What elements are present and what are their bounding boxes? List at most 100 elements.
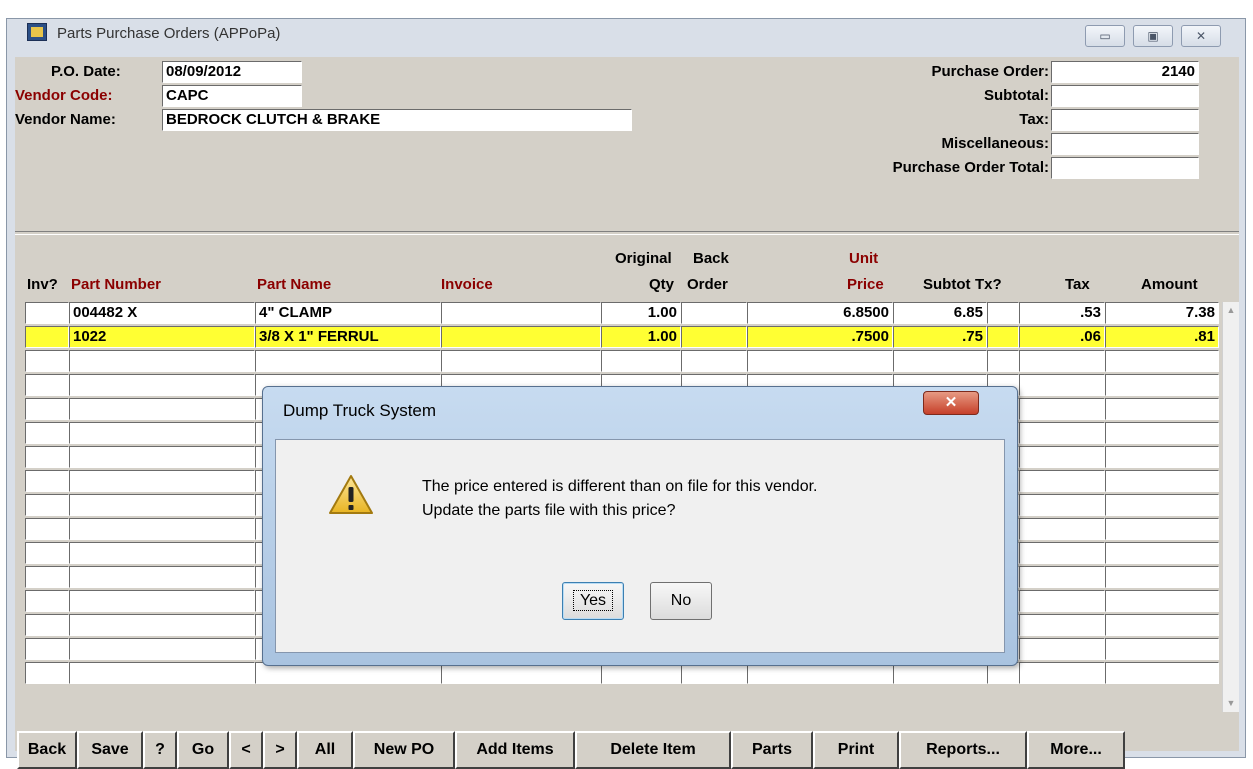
empty-grid-cell[interactable]: [1019, 374, 1105, 396]
empty-grid-cell[interactable]: [25, 638, 69, 660]
yes-button[interactable]: Yes: [562, 582, 624, 620]
empty-grid-cell[interactable]: [25, 662, 69, 684]
empty-grid-cell[interactable]: [441, 350, 601, 372]
empty-grid-cell[interactable]: [1019, 518, 1105, 540]
empty-grid-cell[interactable]: [25, 614, 69, 636]
empty-grid-cell[interactable]: [1105, 374, 1219, 396]
parts-button[interactable]: Parts: [731, 731, 813, 769]
row1-tx-cell[interactable]: [987, 302, 1019, 324]
misc-field[interactable]: [1051, 133, 1199, 155]
new-po-button[interactable]: New PO: [353, 731, 455, 769]
row1-inv-cell[interactable]: [25, 302, 69, 324]
empty-grid-cell[interactable]: [25, 590, 69, 612]
prev-button[interactable]: <: [229, 731, 263, 769]
empty-grid-cell[interactable]: [25, 350, 69, 372]
empty-grid-cell[interactable]: [25, 422, 69, 444]
row2-qty-cell[interactable]: 1.00: [601, 326, 681, 348]
row1-part-number-cell[interactable]: 004482 X: [69, 302, 255, 324]
row1-back-order-cell[interactable]: [681, 302, 747, 324]
empty-grid-cell[interactable]: [1019, 638, 1105, 660]
empty-grid-cell[interactable]: [69, 614, 255, 636]
empty-grid-cell[interactable]: [987, 350, 1019, 372]
next-button[interactable]: >: [263, 731, 297, 769]
po-date-field[interactable]: 08/09/2012: [162, 61, 302, 83]
empty-grid-cell[interactable]: [1019, 566, 1105, 588]
empty-grid-cell[interactable]: [1019, 398, 1105, 420]
maximize-button[interactable]: ▣: [1133, 25, 1173, 47]
empty-grid-cell[interactable]: [25, 542, 69, 564]
row2-back-order-cell[interactable]: [681, 326, 747, 348]
purchase-order-field[interactable]: 2140: [1051, 61, 1199, 83]
no-button[interactable]: No: [650, 582, 712, 620]
vendor-name-field[interactable]: BEDROCK CLUTCH & BRAKE: [162, 109, 632, 131]
empty-grid-cell[interactable]: [1105, 494, 1219, 516]
go-button[interactable]: Go: [177, 731, 229, 769]
empty-grid-cell[interactable]: [601, 350, 681, 372]
empty-grid-cell[interactable]: [69, 350, 255, 372]
empty-grid-cell[interactable]: [25, 470, 69, 492]
vendor-code-field[interactable]: CAPC: [162, 85, 302, 107]
empty-grid-cell[interactable]: [25, 374, 69, 396]
back-button[interactable]: Back: [17, 731, 77, 769]
empty-grid-cell[interactable]: [1105, 422, 1219, 444]
row2-unit-price-cell[interactable]: .7500: [747, 326, 893, 348]
empty-grid-cell[interactable]: [1105, 398, 1219, 420]
empty-grid-cell[interactable]: [893, 350, 987, 372]
empty-grid-cell[interactable]: [69, 470, 255, 492]
empty-grid-cell[interactable]: [69, 518, 255, 540]
empty-grid-cell[interactable]: [69, 566, 255, 588]
minimize-button[interactable]: ▭: [1085, 25, 1125, 47]
empty-grid-cell[interactable]: [1105, 638, 1219, 660]
row2-part-name-cell[interactable]: 3/8 X 1" FERRUL: [255, 326, 441, 348]
empty-grid-cell[interactable]: [69, 398, 255, 420]
print-button[interactable]: Print: [813, 731, 899, 769]
row2-invoice-cell[interactable]: [441, 326, 601, 348]
empty-grid-cell[interactable]: [1019, 542, 1105, 564]
row1-unit-price-cell[interactable]: 6.8500: [747, 302, 893, 324]
row1-qty-cell[interactable]: 1.00: [601, 302, 681, 324]
row2-part-number-cell[interactable]: 1022: [69, 326, 255, 348]
empty-grid-cell[interactable]: [1019, 446, 1105, 468]
empty-grid-cell[interactable]: [1105, 662, 1219, 684]
empty-grid-cell[interactable]: [1105, 470, 1219, 492]
empty-grid-cell[interactable]: [1019, 590, 1105, 612]
empty-grid-cell[interactable]: [69, 638, 255, 660]
row2-inv-cell[interactable]: [25, 326, 69, 348]
empty-grid-cell[interactable]: [1105, 566, 1219, 588]
close-button[interactable]: ✕: [1181, 25, 1221, 47]
empty-grid-cell[interactable]: [1105, 542, 1219, 564]
row1-invoice-cell[interactable]: [441, 302, 601, 324]
all-button[interactable]: All: [297, 731, 353, 769]
empty-grid-cell[interactable]: [1105, 350, 1219, 372]
add-items-button[interactable]: Add Items: [455, 731, 575, 769]
empty-grid-cell[interactable]: [747, 350, 893, 372]
empty-grid-cell[interactable]: [25, 398, 69, 420]
scroll-up-icon[interactable]: ▲: [1223, 302, 1239, 319]
empty-grid-cell[interactable]: [69, 374, 255, 396]
empty-grid-cell[interactable]: [1019, 494, 1105, 516]
empty-grid-cell[interactable]: [1105, 518, 1219, 540]
empty-grid-cell[interactable]: [25, 518, 69, 540]
empty-grid-cell[interactable]: [25, 446, 69, 468]
empty-grid-cell[interactable]: [1105, 614, 1219, 636]
empty-grid-cell[interactable]: [255, 350, 441, 372]
dialog-close-button[interactable]: ✕: [923, 391, 979, 415]
empty-grid-cell[interactable]: [69, 662, 255, 684]
grid-scrollbar[interactable]: ▲ ▼: [1222, 302, 1239, 712]
empty-grid-cell[interactable]: [25, 494, 69, 516]
save-button[interactable]: Save: [77, 731, 143, 769]
empty-grid-cell[interactable]: [1019, 470, 1105, 492]
empty-grid-cell[interactable]: [1019, 662, 1105, 684]
empty-grid-cell[interactable]: [69, 542, 255, 564]
empty-grid-cell[interactable]: [681, 350, 747, 372]
reports-button[interactable]: Reports...: [899, 731, 1027, 769]
row1-part-name-cell[interactable]: 4" CLAMP: [255, 302, 441, 324]
empty-grid-cell[interactable]: [69, 446, 255, 468]
empty-grid-cell[interactable]: [69, 422, 255, 444]
empty-grid-cell[interactable]: [25, 566, 69, 588]
empty-grid-cell[interactable]: [69, 494, 255, 516]
empty-grid-cell[interactable]: [1019, 350, 1105, 372]
empty-grid-cell[interactable]: [69, 590, 255, 612]
empty-grid-cell[interactable]: [1019, 614, 1105, 636]
delete-item-button[interactable]: Delete Item: [575, 731, 731, 769]
